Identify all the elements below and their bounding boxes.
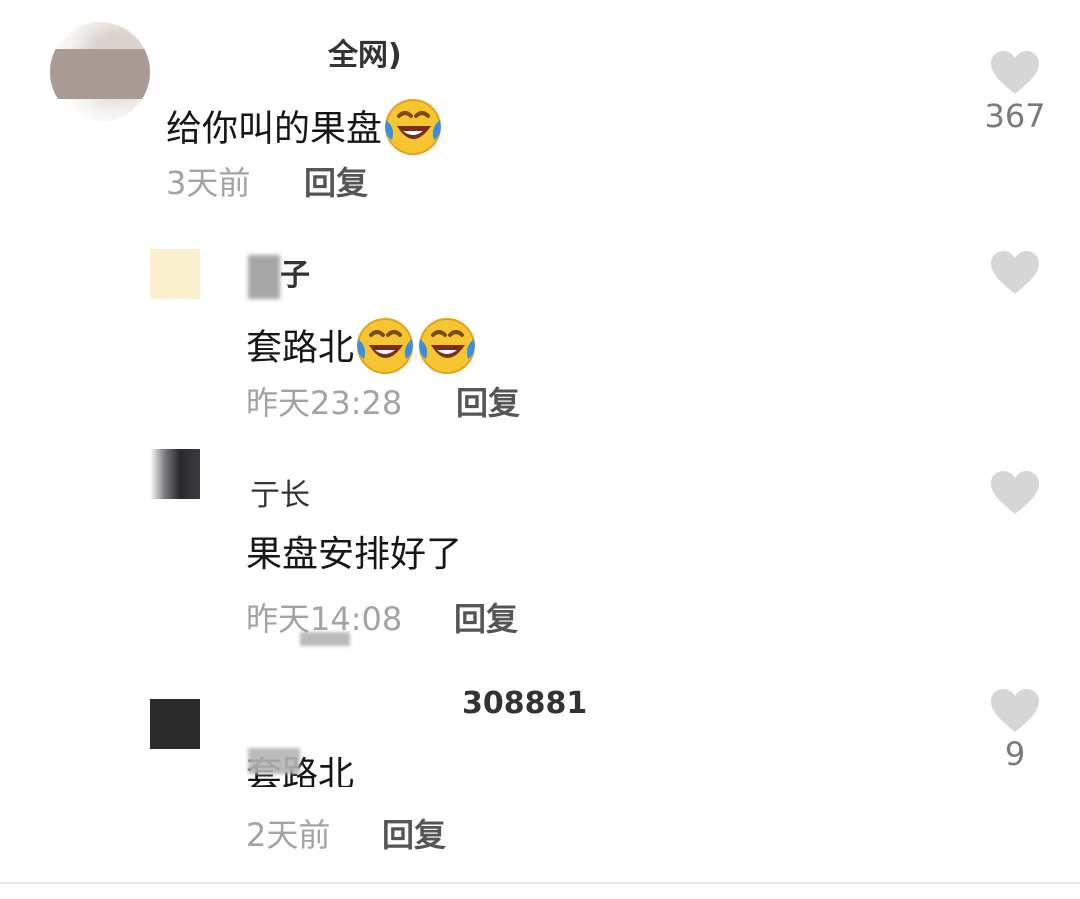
avatar[interactable] bbox=[150, 449, 200, 499]
like-button[interactable]: 9 bbox=[976, 688, 1054, 770]
like-button[interactable] bbox=[976, 470, 1054, 520]
rolling-laughing-emoji-icon bbox=[416, 315, 478, 384]
divider bbox=[0, 882, 1080, 884]
heart-icon bbox=[989, 471, 1041, 520]
reply-button[interactable]: 回复 bbox=[382, 819, 446, 851]
like-button[interactable]: 367 bbox=[976, 50, 1054, 132]
avatar-mosaic bbox=[50, 49, 150, 99]
comment-text: 套路北 bbox=[246, 315, 478, 384]
heart-icon bbox=[989, 251, 1041, 300]
comment-username[interactable]: 308881 bbox=[462, 686, 587, 721]
avatar[interactable] bbox=[150, 249, 200, 299]
like-count: 367 bbox=[984, 97, 1046, 135]
rolling-laughing-emoji-icon bbox=[382, 96, 444, 165]
blur-patch bbox=[300, 632, 350, 646]
like-count: 9 bbox=[1004, 735, 1026, 773]
reply-button[interactable]: 回复 bbox=[454, 603, 518, 635]
like-button[interactable] bbox=[976, 250, 1054, 300]
comment-text: 果盘安排好了 bbox=[246, 534, 463, 575]
comment-username[interactable]: 亍长 bbox=[250, 470, 310, 514]
reply-button[interactable]: 回复 bbox=[304, 167, 368, 199]
rolling-laughing-emoji-icon bbox=[354, 315, 416, 384]
reply-button[interactable]: 回复 bbox=[456, 387, 520, 419]
comment-time: 2天前 bbox=[246, 816, 331, 854]
avatar[interactable] bbox=[150, 699, 200, 749]
name-mosaic bbox=[248, 254, 280, 299]
comment-text: 给你叫的果盘 bbox=[166, 96, 444, 165]
blur-patch bbox=[248, 748, 300, 774]
comment-time: 昨天23:28 bbox=[246, 384, 403, 422]
avatar[interactable] bbox=[50, 22, 150, 122]
comment-username[interactable]: 子 bbox=[248, 250, 310, 299]
comment-time: 3天前 bbox=[166, 164, 251, 202]
comment-username[interactable]: 全网) bbox=[328, 30, 402, 74]
comment-time: 昨天14:08 bbox=[246, 600, 403, 638]
